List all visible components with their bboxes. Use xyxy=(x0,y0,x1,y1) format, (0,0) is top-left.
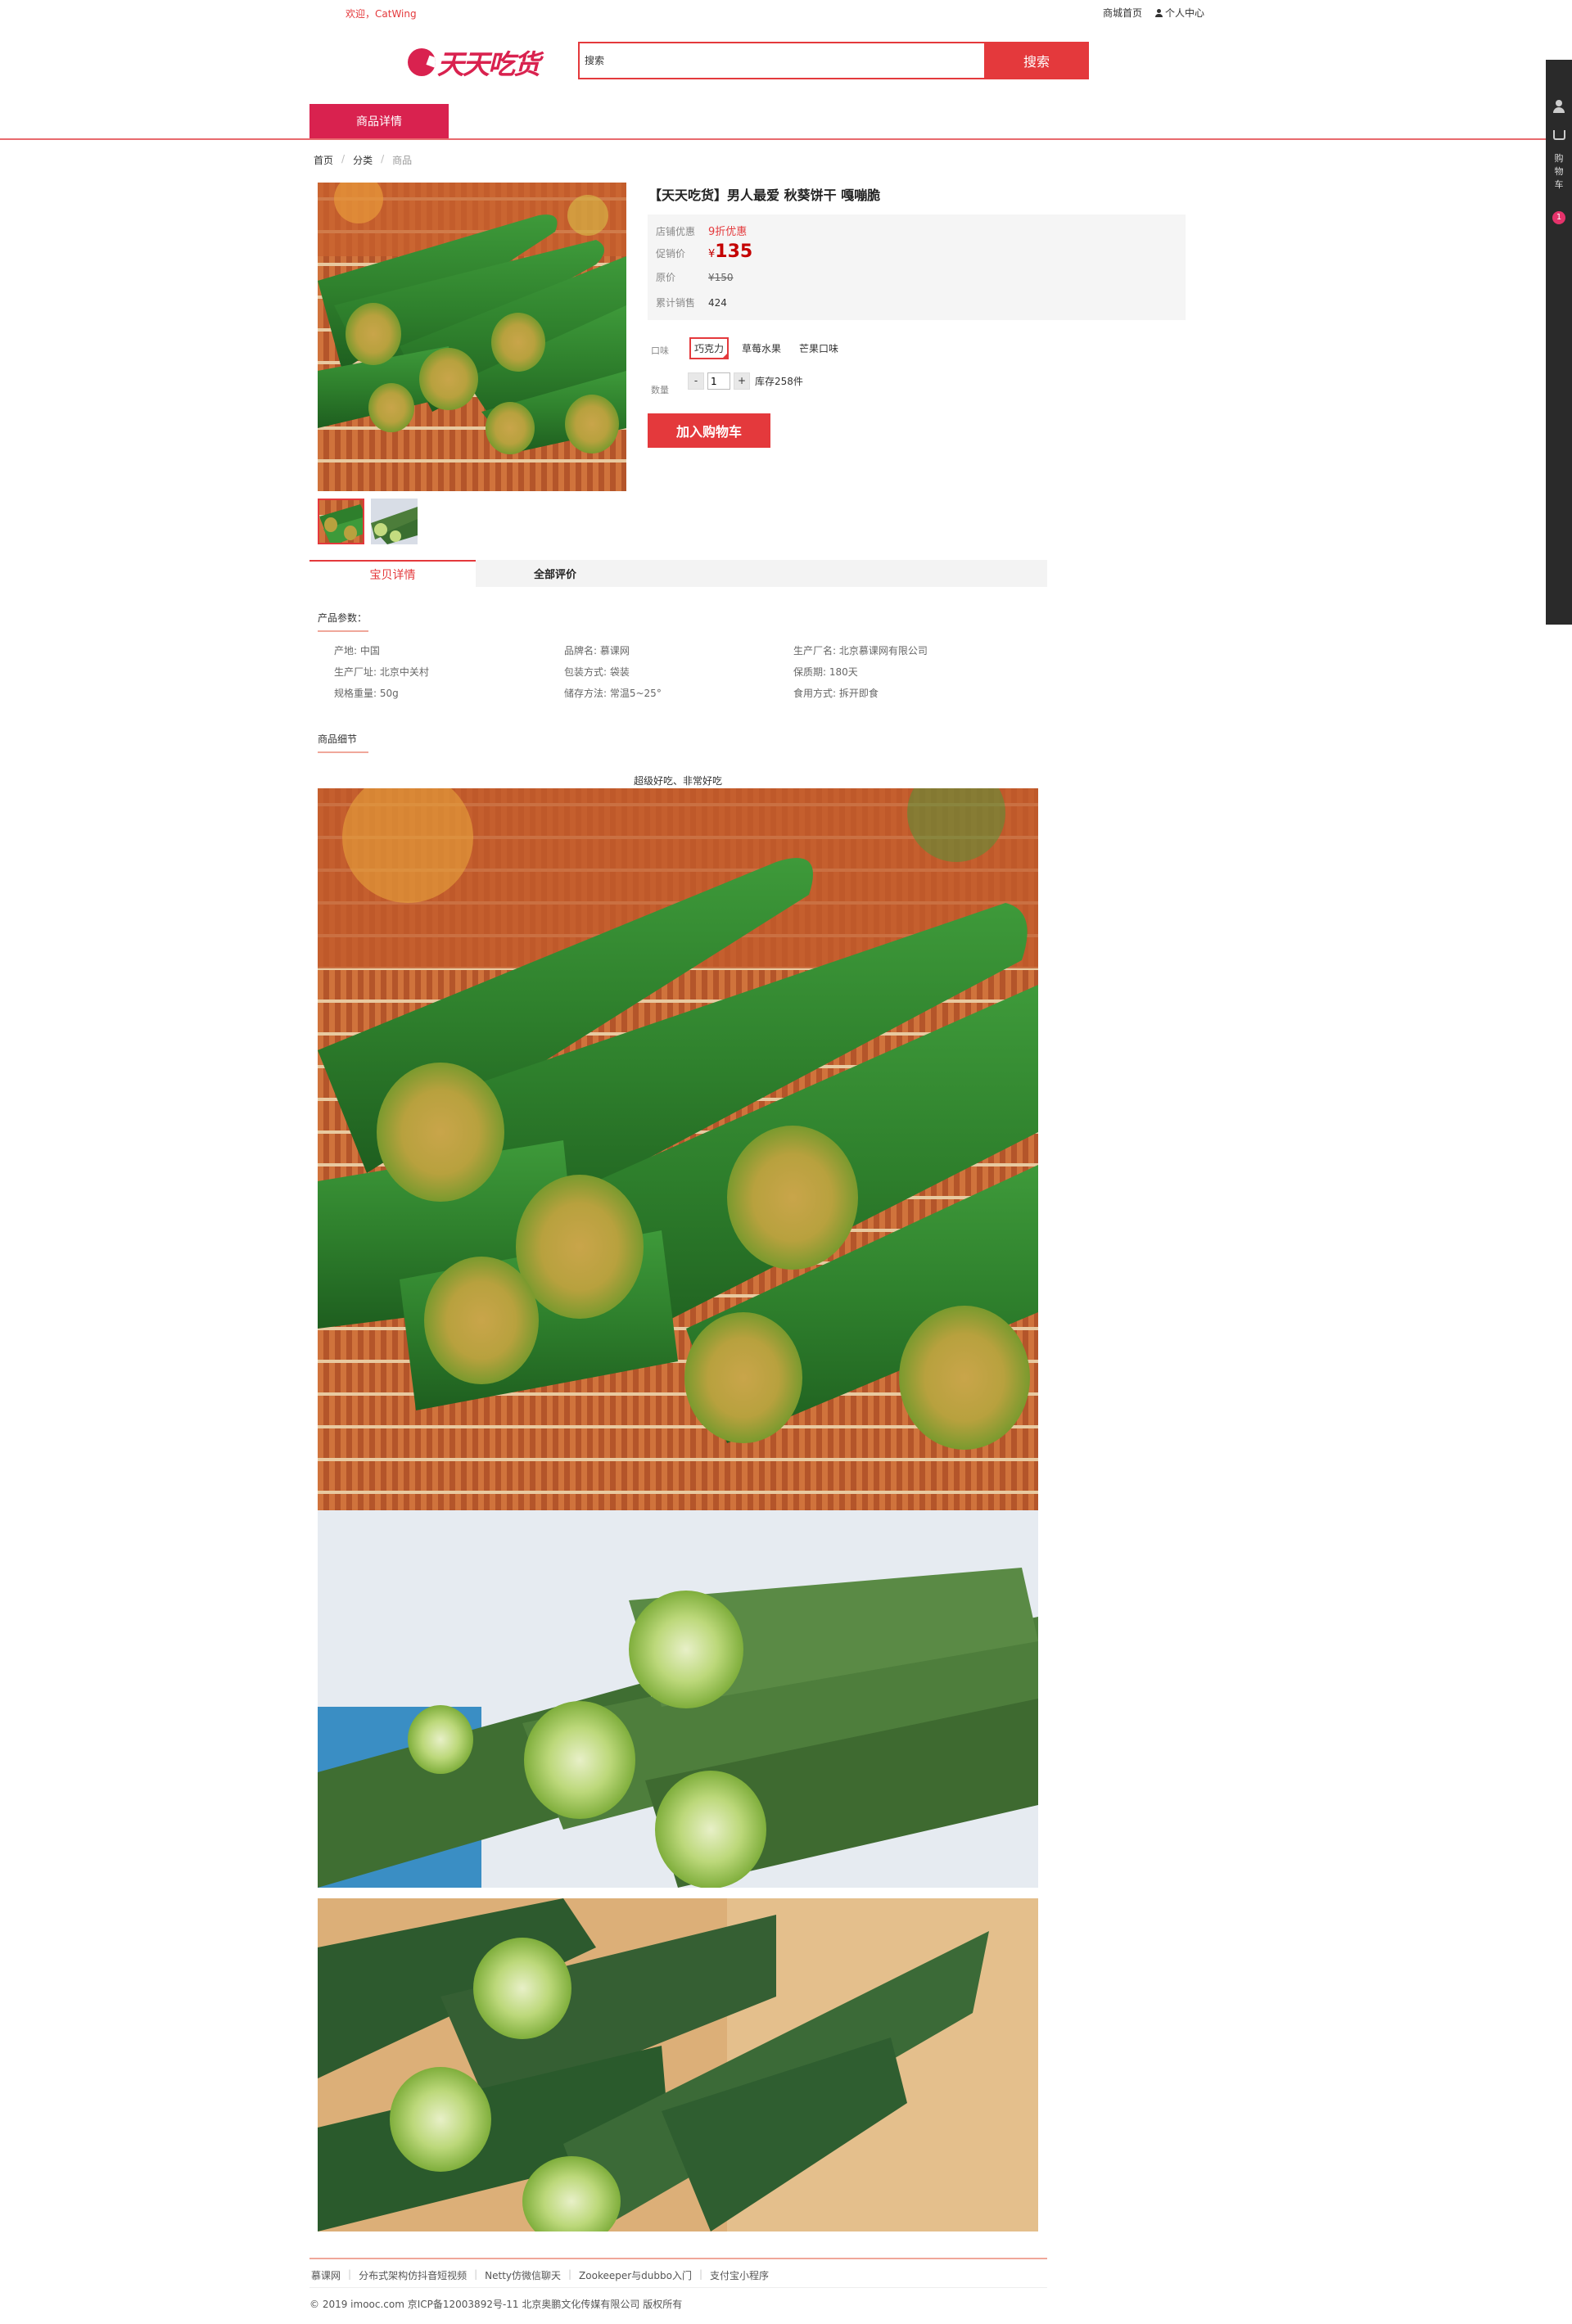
breadcrumb-category[interactable]: 分类 xyxy=(353,153,373,167)
promo-price-value: 135 xyxy=(715,241,753,262)
tab-item-detail[interactable]: 宝贝详情 xyxy=(309,560,476,587)
stock-info: 库存258件 xyxy=(755,376,803,387)
quantity-stepper: - + 库存258件 xyxy=(688,372,803,390)
param-item: 产地: 中国 xyxy=(334,645,380,657)
breadcrumb-home[interactable]: 首页 xyxy=(314,153,333,167)
product-title: 【天天吃货】男人最爱 秋葵饼干 嘎嘣脆 xyxy=(648,187,881,203)
flavor-option[interactable]: 草莓水果 xyxy=(737,337,786,359)
promo-price: ¥135 xyxy=(708,241,752,262)
original-price-label: 原价 xyxy=(656,272,676,283)
copyright: © 2019 imooc.com 京ICP备12003892号-11 北京奥鹏文… xyxy=(309,2299,683,2310)
breadcrumb-current: 商品 xyxy=(392,155,413,166)
promo-price-label: 促销价 xyxy=(656,248,686,259)
top-links: 商城首页 个人中心 xyxy=(1103,6,1204,20)
product-thumbnail[interactable] xyxy=(318,499,364,544)
quantity-label: 数量 xyxy=(651,385,669,395)
mall-home-link[interactable]: 商城首页 xyxy=(1103,6,1142,20)
tab-all-reviews[interactable]: 全部评价 xyxy=(534,560,576,587)
footer-link[interactable]: 支付宝小程序 xyxy=(710,2268,769,2282)
footer-separator: | xyxy=(568,2268,572,2280)
product-thumbnail[interactable] xyxy=(371,499,418,544)
nav-bar: 商品详情 xyxy=(0,104,1572,140)
param-item: 包装方式: 袋装 xyxy=(564,666,630,678)
original-price-row: 原价 ¥150 xyxy=(656,270,734,284)
quantity-input[interactable] xyxy=(707,372,730,390)
footer: 慕课网 | 分布式架构仿抖音短视频 | Netty仿微信聊天 | Zookeeper与… xyxy=(309,2258,1047,2281)
footer-divider xyxy=(309,2287,1047,2288)
promo-price-row: 促销价 ¥135 xyxy=(656,241,752,262)
shop-discount-label: 店铺优惠 xyxy=(656,226,696,237)
breadcrumb-separator: / xyxy=(341,153,346,165)
right-sidebar: 购物车 1 xyxy=(1546,60,1572,625)
footer-separator: | xyxy=(348,2268,352,2280)
detail-image xyxy=(318,788,1038,1510)
flavor-option-selected[interactable]: 巧克力 xyxy=(689,337,730,359)
sales-row: 累计销售 424 xyxy=(656,296,727,309)
param-item: 品牌名: 慕课网 xyxy=(564,645,630,657)
detail-caption: 超级好吃、非常好吃 xyxy=(633,775,722,787)
breadcrumb: 首页 / 分类 / 商品 xyxy=(314,153,412,167)
site-logo[interactable]: 天天吃货 xyxy=(408,44,540,80)
sales-count: 424 xyxy=(708,297,727,309)
footer-separator: | xyxy=(474,2268,478,2280)
footer-link[interactable]: 慕课网 xyxy=(311,2268,341,2282)
original-price: ¥150 xyxy=(708,272,734,283)
param-item: 储存方法: 常温5~25° xyxy=(564,688,662,699)
detail-tabs: 宝贝详情 全部评价 xyxy=(309,560,1047,587)
cart-label[interactable]: 购物车 xyxy=(1546,152,1572,192)
cart-icon[interactable] xyxy=(1553,130,1565,140)
quantity-increase-button[interactable]: + xyxy=(734,372,750,390)
details-section-title: 商品细节 xyxy=(318,733,369,753)
shop-discount-row: 店铺优惠 9折优惠 xyxy=(656,223,747,238)
param-item: 生产厂址: 北京中关村 xyxy=(334,666,429,678)
user-icon xyxy=(1155,9,1163,17)
user-center-label: 个人中心 xyxy=(1165,7,1205,19)
flavor-label: 口味 xyxy=(651,345,669,356)
flavor-options: 巧克力 草莓水果 芒果口味 xyxy=(689,337,843,359)
param-item: 保质期: 180天 xyxy=(793,666,858,678)
breadcrumb-separator: / xyxy=(381,153,385,165)
detail-image xyxy=(318,1510,1038,1888)
user-center-link[interactable]: 个人中心 xyxy=(1155,6,1204,20)
search-button[interactable]: 搜索 xyxy=(984,42,1089,79)
welcome-link[interactable]: 欢迎，CatWing xyxy=(346,7,417,20)
param-item: 生产厂名: 北京慕课网有限公司 xyxy=(793,645,928,657)
shop-discount-value: 9折优惠 xyxy=(708,226,748,238)
detail-image xyxy=(318,1898,1038,2231)
price-box: 店铺优惠 9折优惠 促销价 ¥135 原价 ¥150 累计销售 424 xyxy=(648,214,1186,320)
add-to-cart-button[interactable]: 加入购物车 xyxy=(648,413,770,448)
footer-link[interactable]: 分布式架构仿抖音短视频 xyxy=(359,2268,467,2282)
user-icon[interactable] xyxy=(1552,100,1565,113)
cart-count-badge: 1 xyxy=(1552,211,1565,224)
product-main-image[interactable] xyxy=(318,183,626,491)
cart-label-char: 物 xyxy=(1554,166,1564,177)
footer-links: 慕课网 | 分布式架构仿抖音短视频 | Netty仿微信聊天 | Zookeeper与… xyxy=(311,2268,769,2282)
cart-label-char: 购 xyxy=(1554,153,1564,164)
flavor-option[interactable]: 芒果口味 xyxy=(794,337,843,359)
tab-product-detail[interactable]: 商品详情 xyxy=(309,104,449,138)
quantity-decrease-button[interactable]: - xyxy=(688,372,704,390)
top-bar: 欢迎，CatWing 商城首页 个人中心 xyxy=(0,0,1572,25)
param-item: 食用方式: 拆开即食 xyxy=(793,688,879,699)
param-item: 规格重量: 50g xyxy=(334,688,399,699)
footer-link[interactable]: Netty仿微信聊天 xyxy=(485,2268,561,2282)
search-input[interactable] xyxy=(580,43,984,78)
sales-label: 累计销售 xyxy=(656,297,696,309)
logo-icon xyxy=(408,48,436,76)
logo-text: 天天吃货 xyxy=(437,48,540,80)
search-bar: 搜索 xyxy=(578,42,1089,79)
params-section-title: 产品参数： xyxy=(318,612,369,632)
footer-link[interactable]: Zookeeper与dubbo入门 xyxy=(579,2268,692,2282)
cart-label-char: 车 xyxy=(1554,179,1564,190)
footer-separator: | xyxy=(698,2268,703,2280)
